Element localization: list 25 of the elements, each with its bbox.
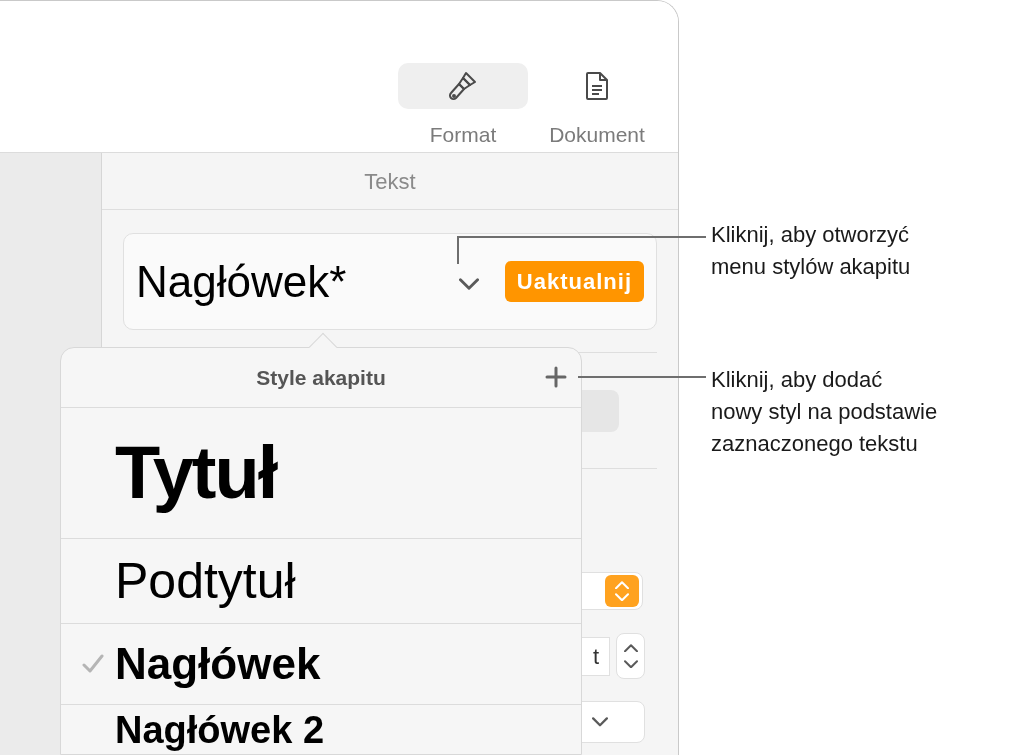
chevron-down-icon <box>458 277 479 290</box>
chevron-down-icon <box>592 717 608 727</box>
popover-title: Style akapitu <box>256 364 386 391</box>
checkmark-icon <box>82 654 104 674</box>
chevron-up-icon <box>615 580 629 589</box>
callout-text: nowy styl na podstawie <box>711 398 938 426</box>
callout-text: menu stylów akapitu <box>711 253 911 281</box>
style-item[interactable]: Nagłówek 2 <box>61 704 581 755</box>
callout-text: Kliknij, aby otworzyć <box>711 221 911 249</box>
toolbar-button[interactable]: Dokument <box>532 63 662 151</box>
style-item[interactable]: Nagłówek <box>61 623 581 704</box>
style-item[interactable]: Tytuł <box>61 408 581 538</box>
style-name: Nagłówek* <box>136 255 347 308</box>
section-title: Tekst <box>364 167 416 196</box>
paragraph-style-field[interactable]: Nagłówek* Uaktualnij <box>123 233 657 330</box>
chevron-down-icon <box>615 593 629 602</box>
style-item[interactable]: Podtytuł <box>61 538 581 623</box>
document-icon <box>585 71 609 101</box>
chevron-down-icon <box>623 660 638 669</box>
brush-icon <box>448 70 478 102</box>
chevron-up-icon <box>623 643 638 652</box>
callout-text: zaznaczonego tekstu <box>711 430 919 458</box>
callout-text: Kliknij, aby dodać <box>711 366 884 394</box>
size-stepper[interactable] <box>616 633 645 679</box>
add-icon[interactable] <box>545 366 567 388</box>
